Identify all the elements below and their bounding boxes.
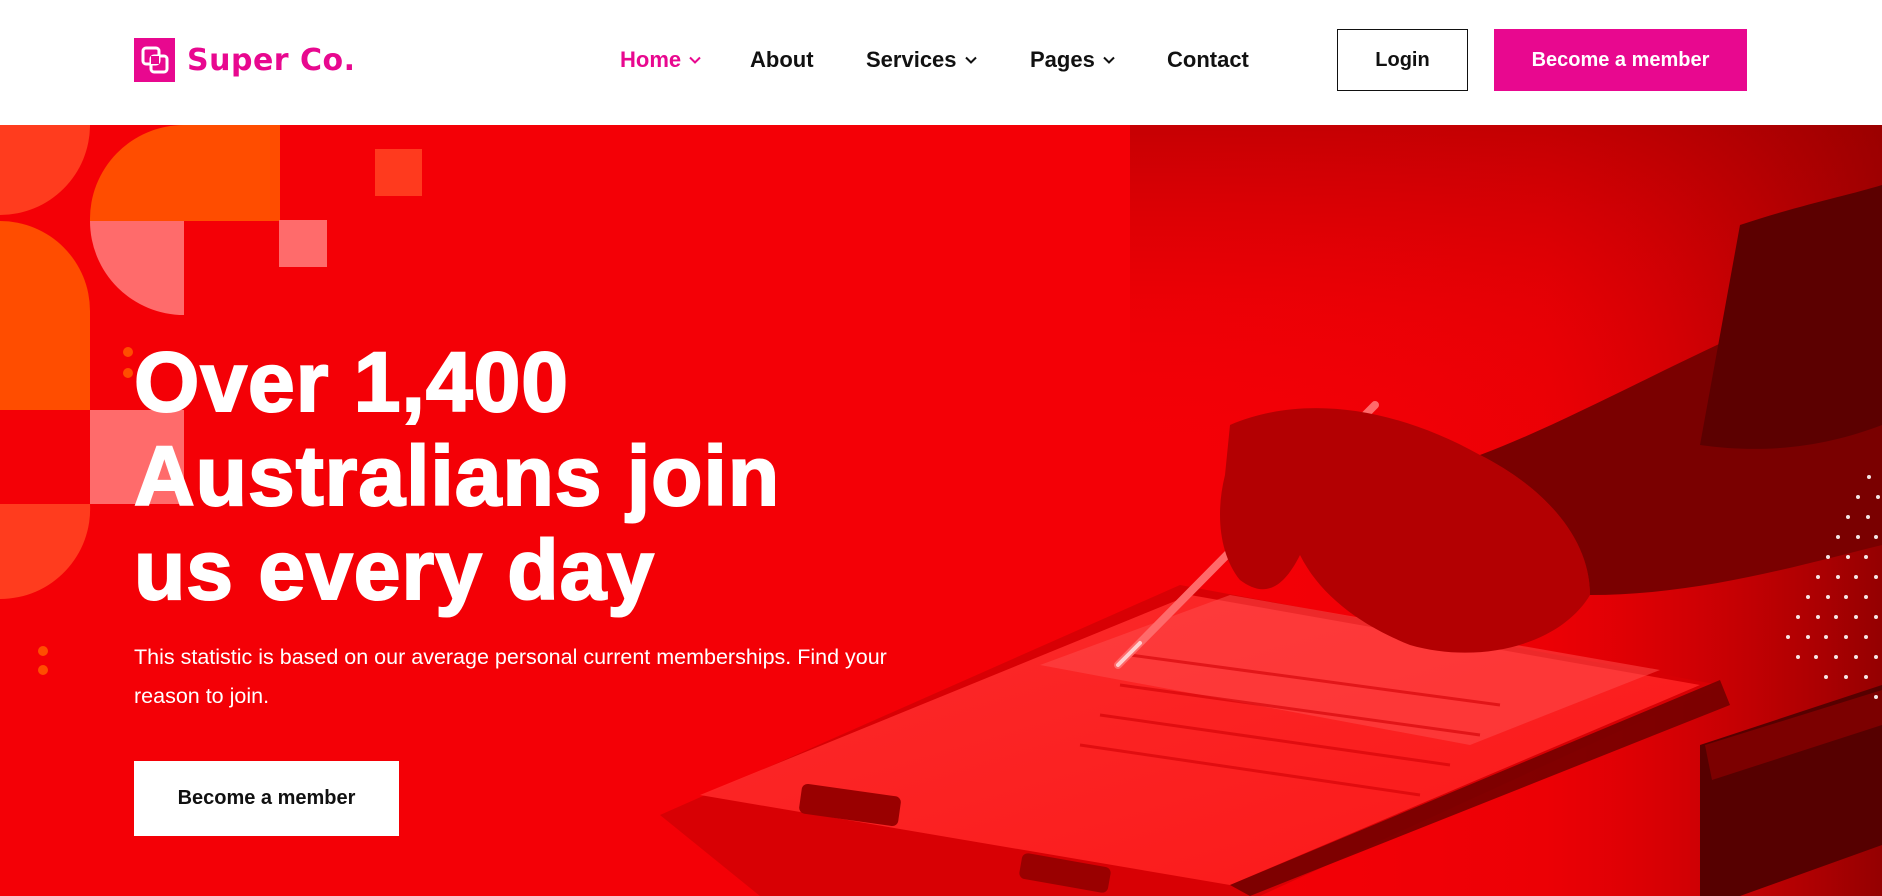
hero-become-member-button[interactable]: Become a member xyxy=(134,761,399,836)
nav-item-about[interactable]: About xyxy=(750,40,814,80)
hero-subtitle: This statistic is based on our average p… xyxy=(134,645,887,708)
nav-item-label: Contact xyxy=(1167,47,1249,72)
site-header: Super Co. Home About Services Pages Cont… xyxy=(0,0,1882,125)
nav-item-services[interactable]: Services xyxy=(866,40,978,80)
chevron-down-icon xyxy=(964,53,978,67)
linked-squares-icon xyxy=(134,38,175,82)
nav-item-contact[interactable]: Contact xyxy=(1167,40,1249,80)
nav-item-label: About xyxy=(750,47,814,72)
chevron-down-icon xyxy=(688,53,702,67)
nav-item-label: Services xyxy=(866,47,957,72)
become-member-button[interactable]: Become a member xyxy=(1494,29,1747,91)
hero-headline-line: Australians join xyxy=(133,428,781,524)
nav-item-pages[interactable]: Pages xyxy=(1030,40,1116,80)
brand-logo[interactable]: Super Co. xyxy=(134,38,356,82)
nav-item-label: Home xyxy=(620,47,682,72)
hero-headline-line: us every day xyxy=(133,522,656,618)
hero-headline-line: Over 1,400 xyxy=(133,334,570,430)
brand-name: Super Co. xyxy=(187,42,356,78)
chevron-down-icon xyxy=(1102,53,1116,67)
login-button[interactable]: Login xyxy=(1337,29,1468,91)
nav-item-label: Pages xyxy=(1030,47,1095,72)
hero-section: Over 1,400 Australians join us every day… xyxy=(0,125,1882,896)
nav-item-home[interactable]: Home xyxy=(620,40,702,80)
hero-headline: Over 1,400 Australians join us every day xyxy=(133,334,894,618)
